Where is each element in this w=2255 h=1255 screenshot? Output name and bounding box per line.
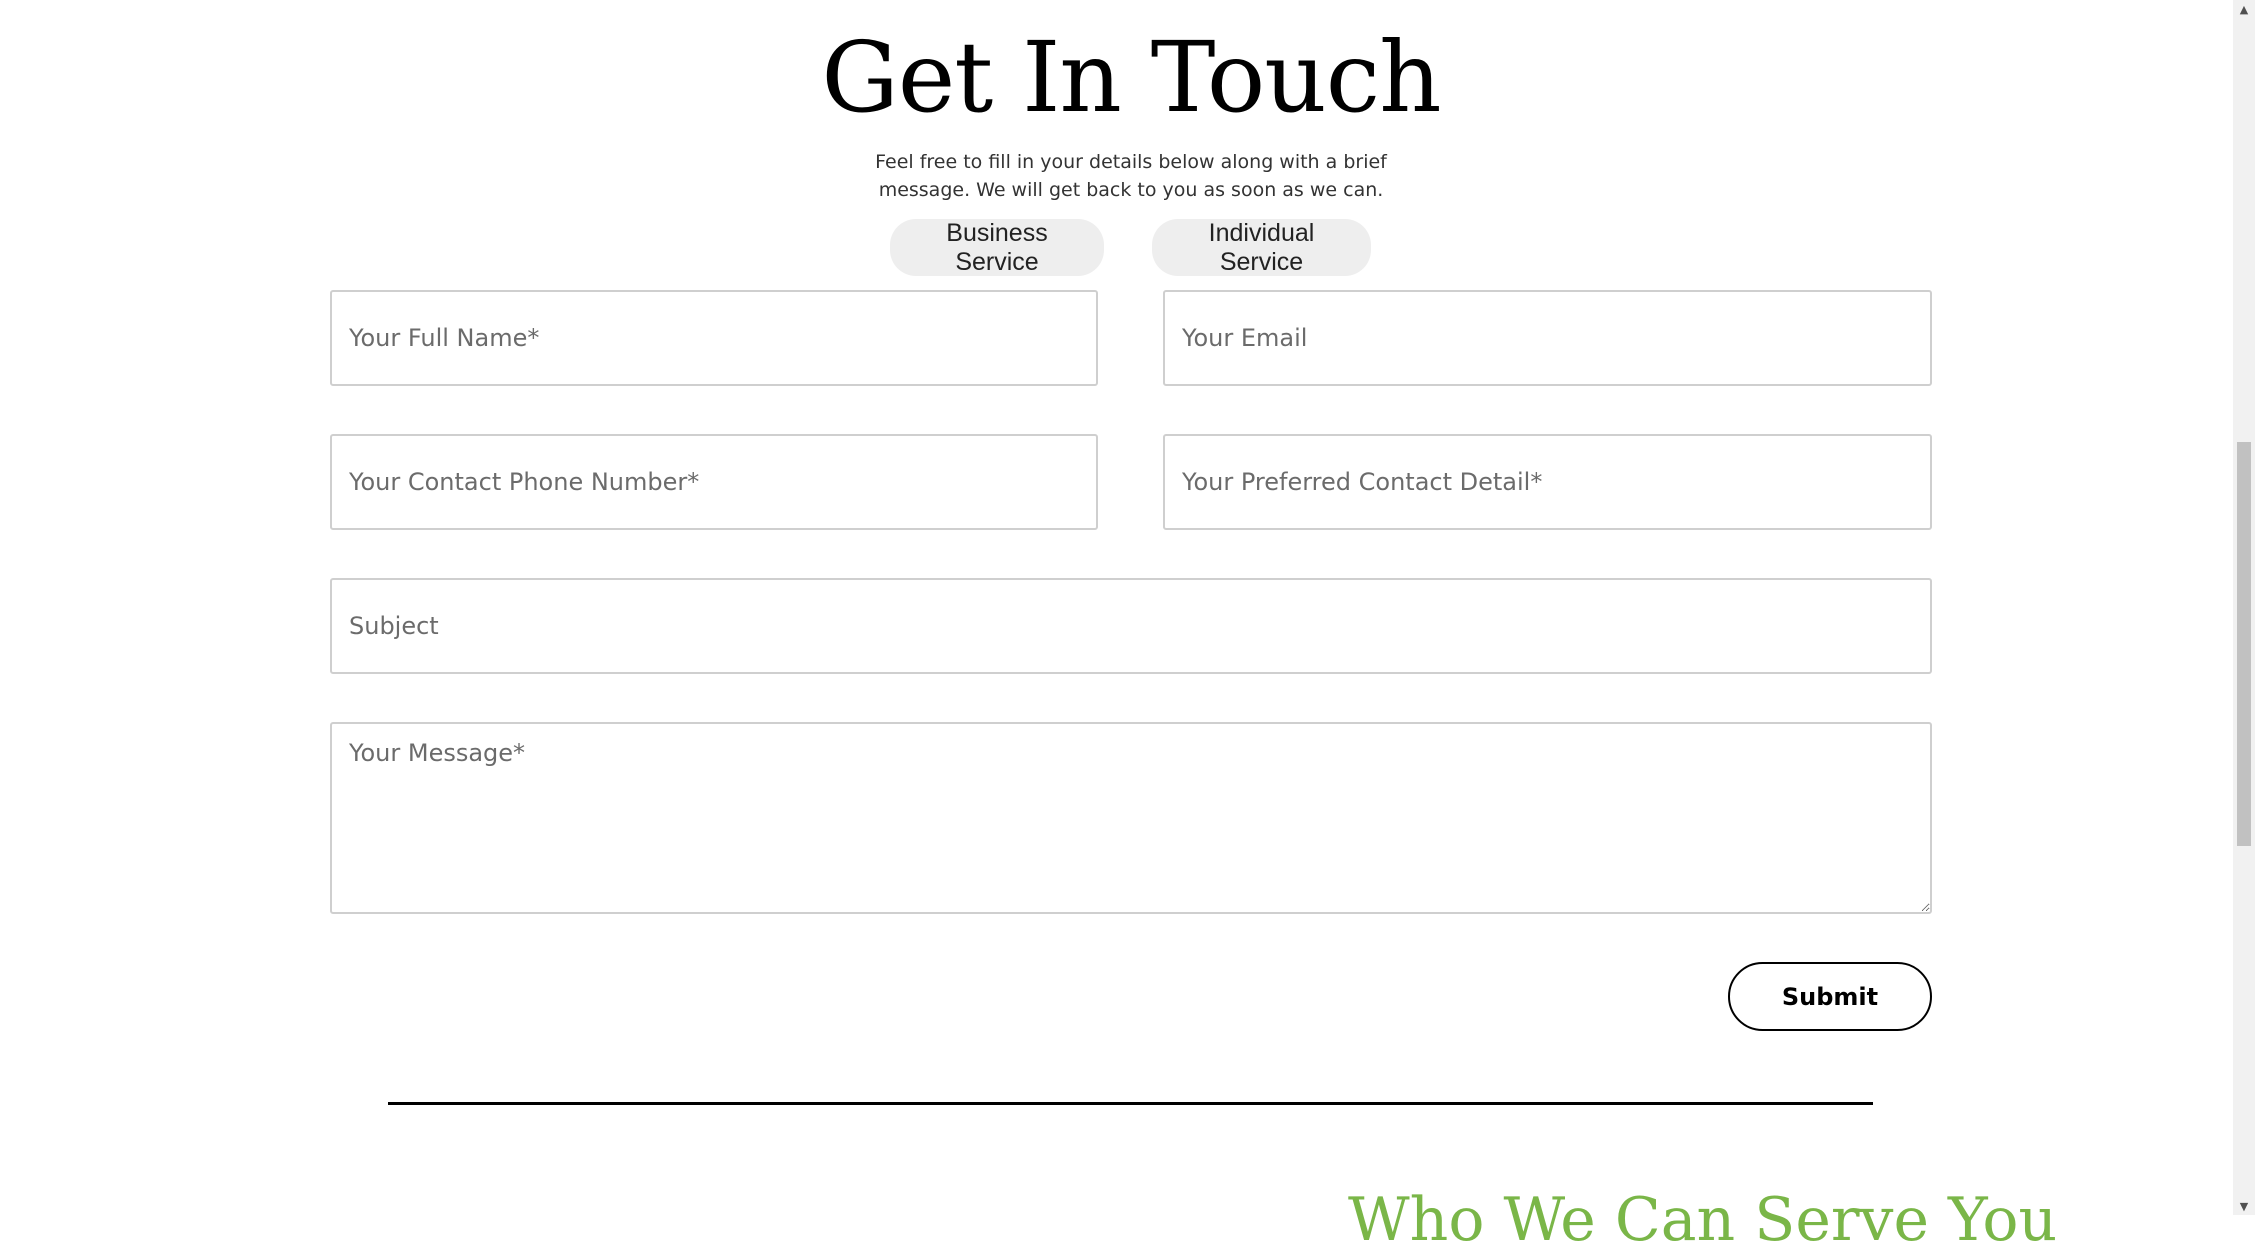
next-section-heading: Who We Can Serve You	[1348, 1185, 2058, 1255]
page-title: Get In Touch	[821, 21, 1441, 134]
message-field[interactable]	[330, 722, 1932, 914]
email-field[interactable]	[1163, 290, 1932, 386]
business-service-tab[interactable]: Business Service	[890, 219, 1104, 276]
preferred-contact-field[interactable]	[1163, 434, 1932, 530]
page-subtitle: Feel free to fill in your details below …	[0, 148, 2255, 204]
triangle-up-icon[interactable]: ▲	[2233, 0, 2255, 18]
phone-field[interactable]	[330, 434, 1098, 530]
contact-page: Get In Touch Feel free to fill in your d…	[0, 0, 2233, 1255]
triangle-down-icon[interactable]: ▼	[2233, 1197, 2255, 1215]
individual-service-tab[interactable]: Individual Service	[1152, 219, 1371, 276]
subtitle-line-2: message. We will get back to you as soon…	[878, 179, 1384, 201]
scrollbar-thumb[interactable]	[2237, 442, 2251, 846]
submit-button[interactable]: Submit	[1728, 962, 1932, 1031]
section-divider	[388, 1102, 1873, 1105]
full-name-field[interactable]	[330, 290, 1098, 386]
subject-field[interactable]	[330, 578, 1932, 674]
vertical-scrollbar[interactable]: ▲ ▼	[2233, 0, 2255, 1215]
subtitle-line-1: Feel free to fill in your details below …	[875, 151, 1387, 173]
